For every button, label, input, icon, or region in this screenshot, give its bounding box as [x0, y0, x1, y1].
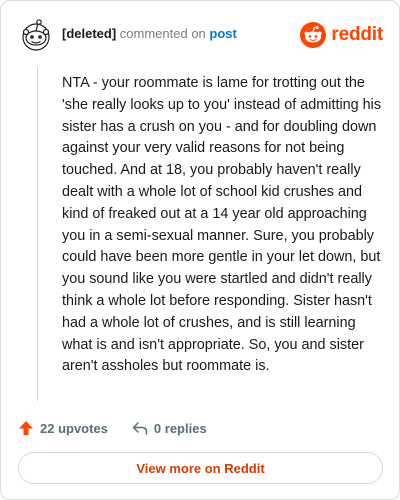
- upvote-arrow-icon: [19, 421, 33, 435]
- view-more-button[interactable]: View more on Reddit: [18, 452, 383, 484]
- comment-card: [deleted] commented on post reddit NTA -…: [0, 0, 400, 500]
- comment-meta: [deleted] commented on post: [62, 26, 237, 41]
- reply-button[interactable]: 0 replies: [132, 420, 207, 436]
- comment-body: NTA - your roommate is lame for trotting…: [62, 75, 382, 375]
- comment-actions: 22 upvotes 0 replies: [18, 417, 231, 439]
- upvote-count: 22 upvotes: [40, 420, 108, 436]
- post-link[interactable]: post: [209, 26, 236, 41]
- comment-header: [deleted] commented on post reddit: [18, 15, 383, 55]
- comment-author[interactable]: [deleted]: [62, 26, 116, 41]
- reddit-logo[interactable]: reddit: [300, 21, 383, 49]
- reply-arrow-icon: [132, 422, 148, 435]
- reply-count: 0 replies: [153, 420, 207, 436]
- reddit-logo-icon: [300, 22, 327, 48]
- comment-action-text: commented on: [119, 26, 206, 41]
- snoo-avatar-icon[interactable]: [18, 17, 54, 53]
- reddit-wordmark: reddit: [331, 24, 383, 45]
- thread-line: [37, 67, 38, 401]
- upvote-button[interactable]: 22 upvotes: [18, 420, 108, 436]
